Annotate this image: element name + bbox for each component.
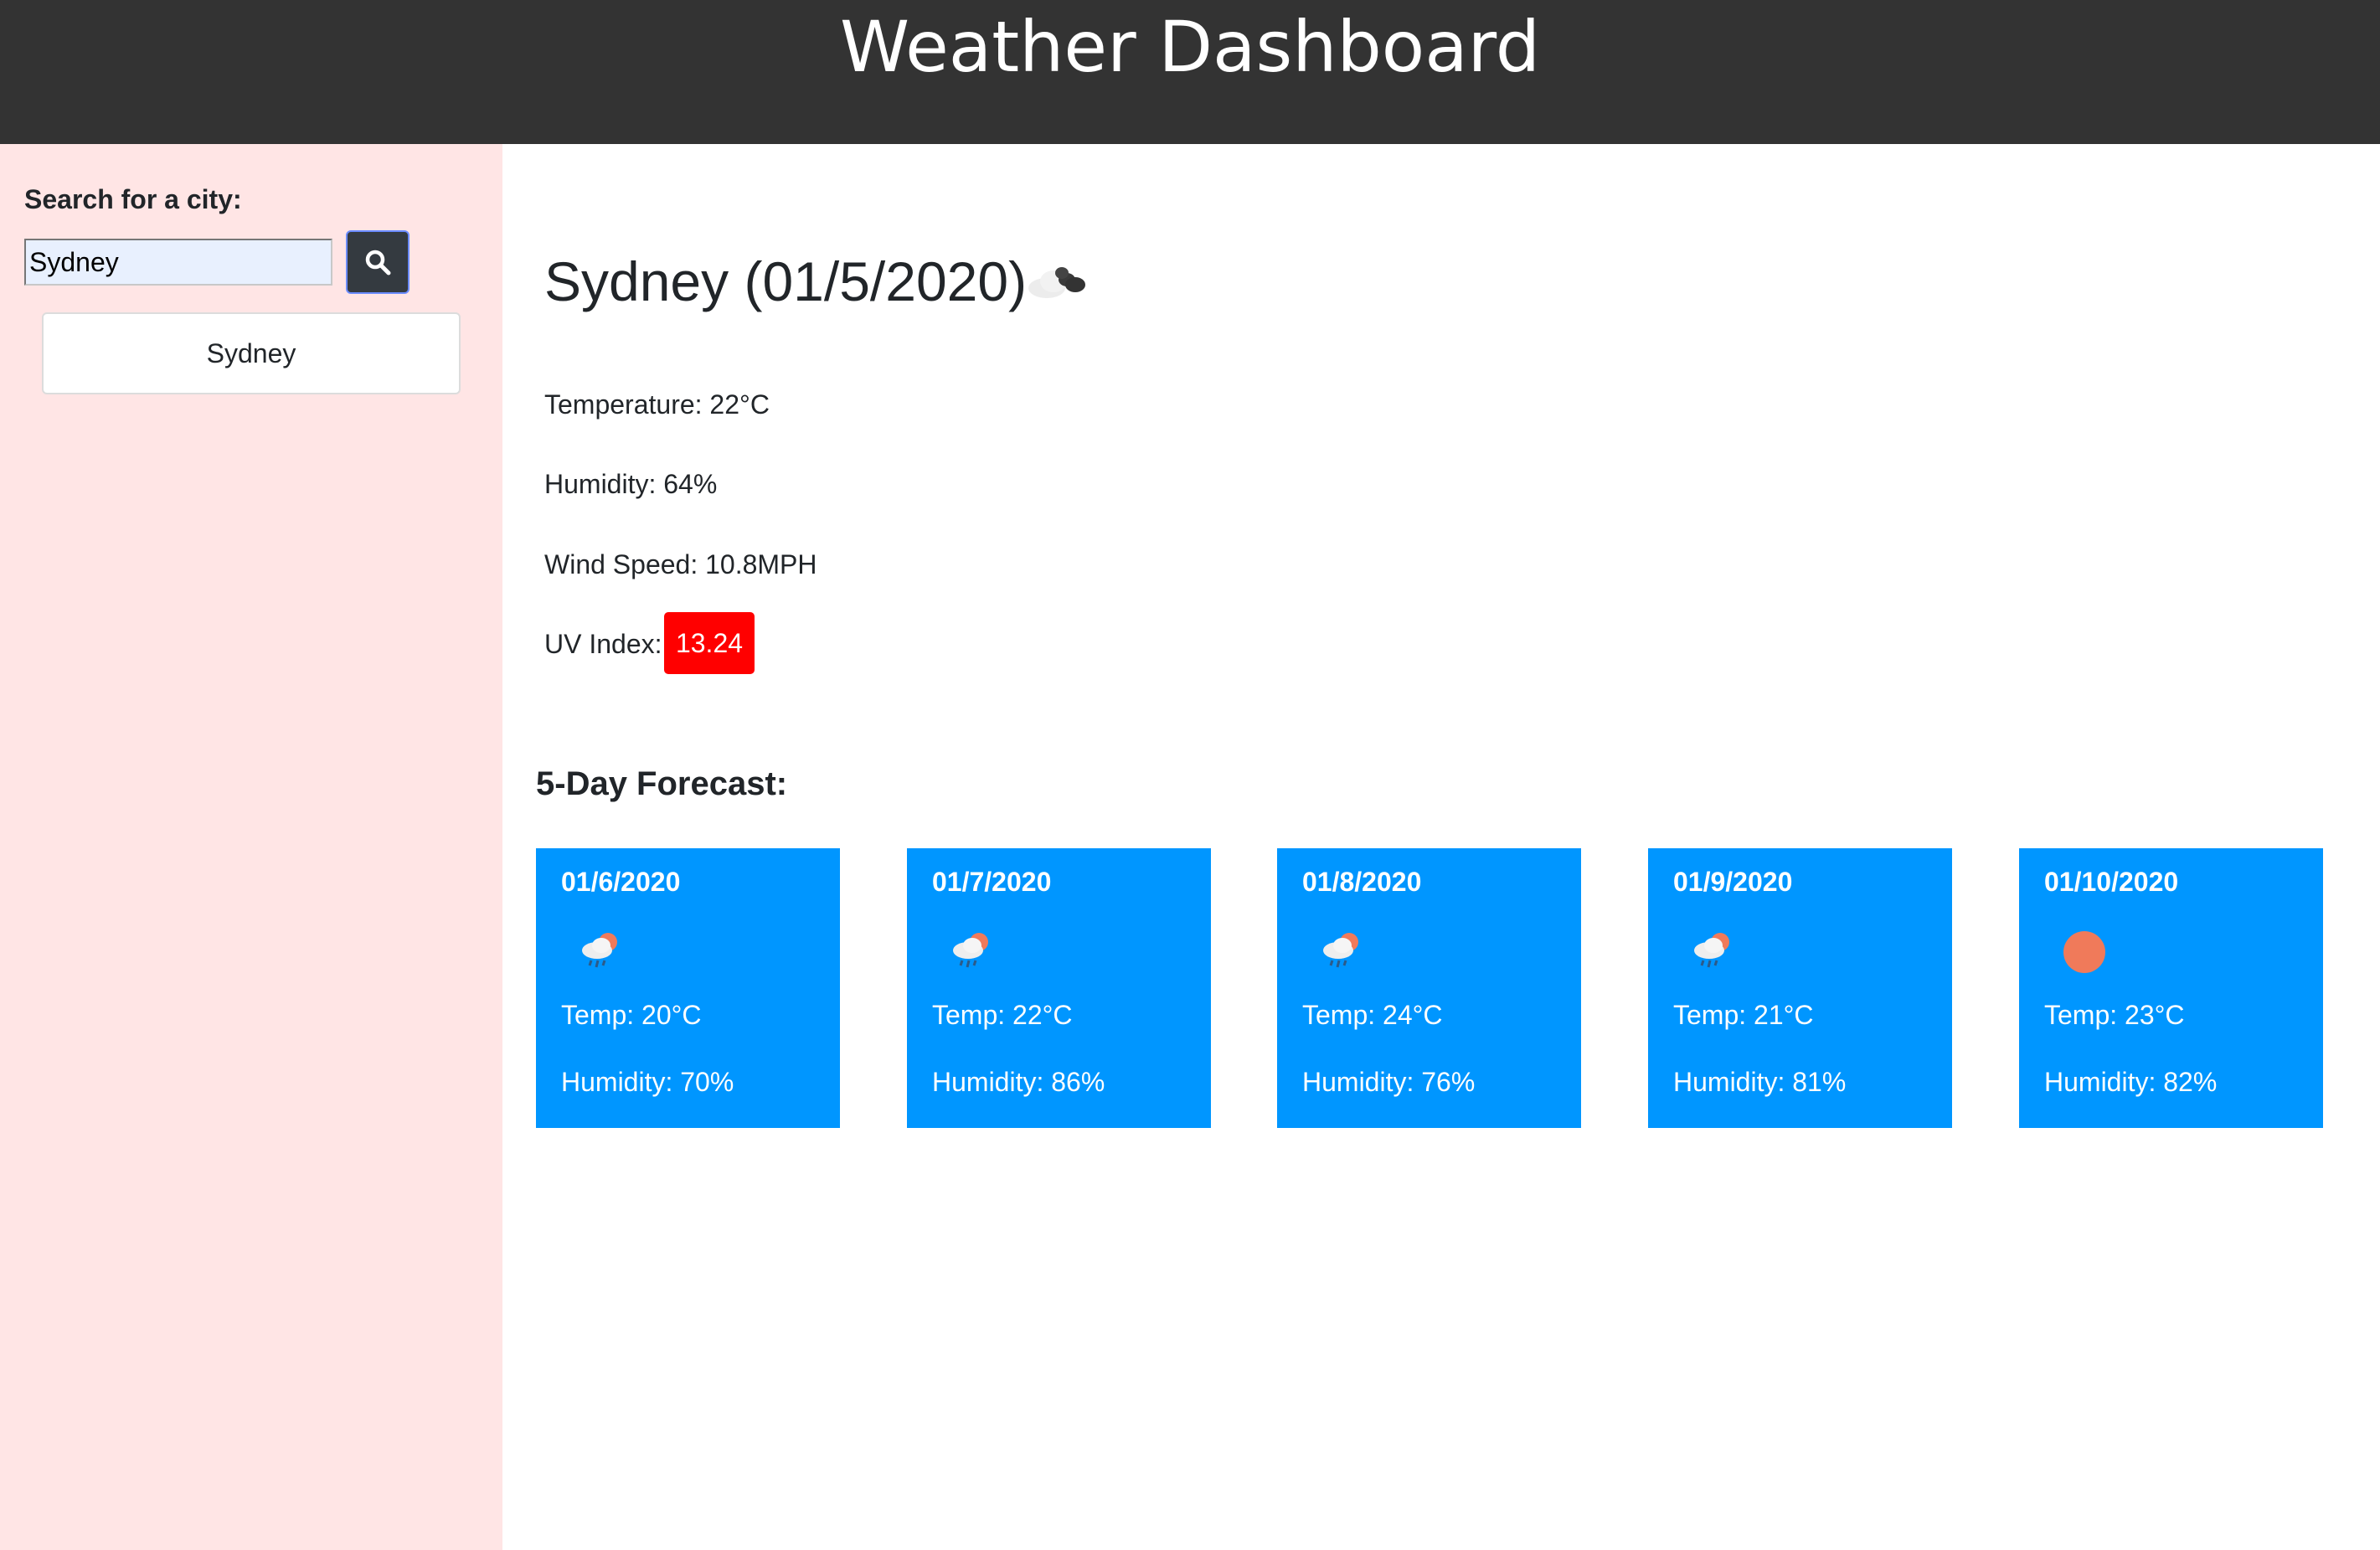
rain-sun-icon [1688, 927, 1739, 981]
forecast-date: 01/6/2020 [561, 867, 681, 897]
city-search-input[interactable] [24, 239, 332, 286]
sun-icon [2059, 927, 2110, 981]
forecast-humidity: Humidity: 86% [932, 1067, 1105, 1097]
current-humidity: Humidity: 64% [544, 469, 718, 499]
forecast-humidity: Humidity: 81% [1673, 1067, 1847, 1097]
forecast-card: 01/9/2020 Temp: 21°C Humidity: 81% [1648, 848, 1952, 1128]
uv-index-badge: 13.24 [664, 612, 755, 674]
current-temperature: Temperature: 22°C [544, 389, 770, 420]
forecast-temp: Temp: 20°C [561, 1000, 702, 1030]
current-city-title: Sydney (01/5/2020) [544, 250, 1028, 312]
forecast-card: 01/6/2020 Temp: 20°C Humidity: 70% [536, 848, 840, 1128]
search-label: Search for a city: [24, 184, 242, 214]
page-header: Weather Dashboard [0, 0, 2380, 144]
forecast-card: 01/8/2020 Temp: 24°C Humidity: 76% [1277, 848, 1581, 1128]
forecast-card: 01/7/2020 Temp: 22°C Humidity: 86% [907, 848, 1211, 1128]
forecast-temp: Temp: 22°C [932, 1000, 1073, 1030]
forecast-date: 01/9/2020 [1673, 867, 1793, 897]
rain-sun-icon [1317, 927, 1368, 981]
search-icon [348, 248, 408, 276]
page-title: Weather Dashboard [839, 6, 1541, 88]
forecast-humidity: Humidity: 82% [2044, 1067, 2218, 1097]
forecast-temp: Temp: 21°C [1673, 1000, 1814, 1030]
forecast-card: 01/10/2020 Temp: 23°C Humidity: 82% [2019, 848, 2323, 1128]
search-sidebar: Search for a city: Sydney [0, 144, 502, 1550]
rain-sun-icon [576, 927, 626, 981]
rain-sun-icon [947, 927, 997, 981]
uv-index-label: UV Index: [544, 629, 662, 659]
forecast-heading: 5-Day Forecast: [536, 765, 788, 802]
forecast-date: 01/7/2020 [932, 867, 1052, 897]
forecast-temp: Temp: 23°C [2044, 1000, 2185, 1030]
current-wind-speed: Wind Speed: 10.8MPH [544, 549, 817, 579]
forecast-date: 01/10/2020 [2044, 867, 2179, 897]
search-history-item[interactable]: Sydney [42, 312, 461, 394]
broken-clouds-icon [1023, 253, 1090, 307]
search-button[interactable] [346, 230, 410, 294]
forecast-humidity: Humidity: 76% [1302, 1067, 1476, 1097]
forecast-humidity: Humidity: 70% [561, 1067, 734, 1097]
forecast-date: 01/8/2020 [1302, 867, 1422, 897]
forecast-temp: Temp: 24°C [1302, 1000, 1443, 1030]
